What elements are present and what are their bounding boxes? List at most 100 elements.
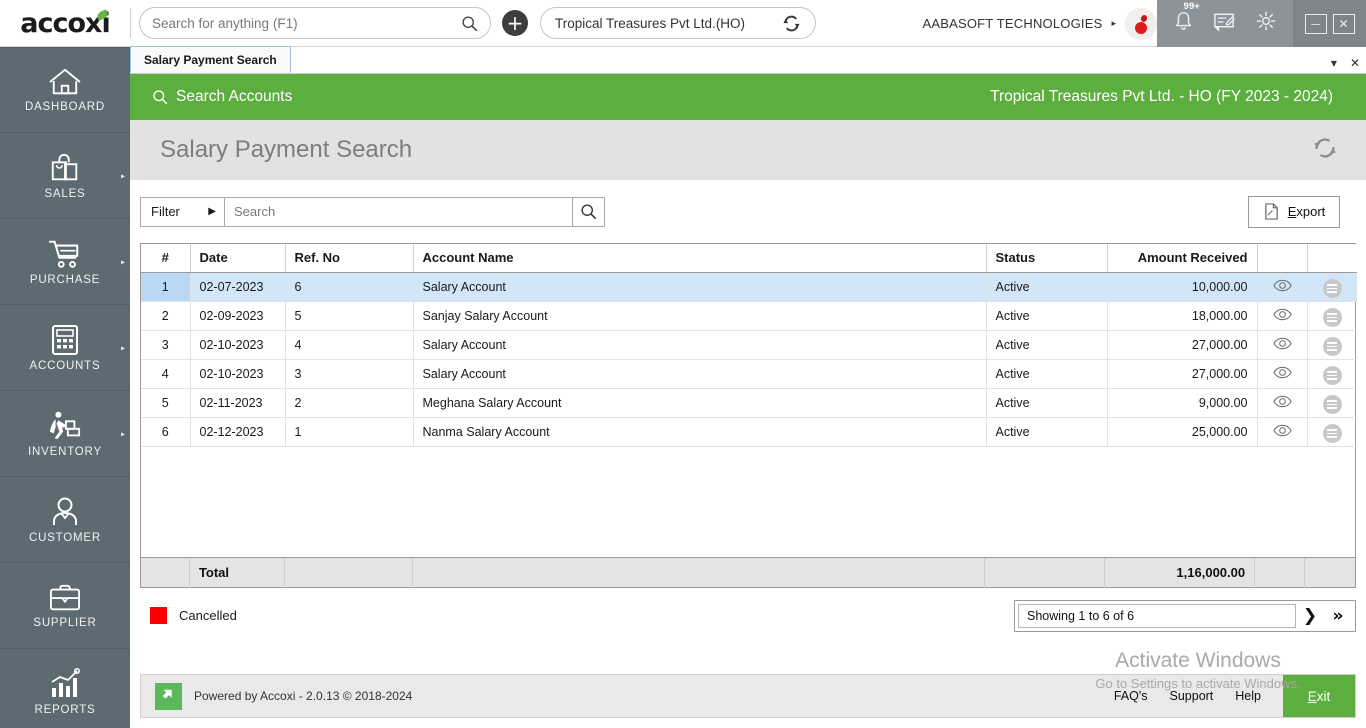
filter-toolbar: Filter ▶ Exp	[130, 180, 1366, 243]
sidebar-item-customer[interactable]: CUSTOMER	[0, 477, 130, 563]
warehouse-worker-icon	[47, 410, 83, 442]
table-row[interactable]: 602-12-20231Nanma Salary AccountActive25…	[141, 417, 1357, 446]
message-edit-icon	[1213, 11, 1236, 31]
filter-dropdown-button[interactable]: Filter ▶	[141, 198, 224, 226]
table-row[interactable]: 202-09-20235Sanjay Salary AccountActive1…	[141, 301, 1357, 330]
global-search-input[interactable]	[152, 16, 461, 31]
cell-account-name: Meghana Salary Account	[413, 388, 986, 417]
eye-icon[interactable]	[1273, 366, 1292, 382]
sidebar-item-sales[interactable]: SALES ▸	[0, 133, 130, 219]
arrow-logo-icon	[160, 687, 178, 705]
sidebar-item-accounts[interactable]: ACCOUNTS ▸	[0, 305, 130, 391]
salary-payment-table-element: # Date Ref. No Account Name Status Amoun…	[141, 244, 1357, 447]
cell-amount-received: 10,000.00	[1107, 272, 1257, 301]
avatar[interactable]	[1125, 8, 1157, 40]
search-accounts-label: Search Accounts	[176, 88, 292, 106]
eye-icon[interactable]	[1273, 337, 1292, 353]
column-header-status[interactable]: Status	[986, 244, 1107, 272]
cell-date: 02-11-2023	[190, 388, 285, 417]
branch-selector[interactable]: Tropical Treasures Pvt Ltd.(HO)	[540, 7, 816, 39]
eye-icon[interactable]	[1273, 395, 1292, 411]
table-search-button[interactable]	[572, 198, 604, 226]
exit-button[interactable]: Exit	[1283, 675, 1355, 717]
accoxi-logo[interactable]: accoxi	[0, 0, 130, 47]
switch-icon[interactable]	[782, 15, 801, 32]
cell-account-name: Sanjay Salary Account	[413, 301, 986, 330]
tab-dropdown-icon[interactable]: ▾	[1331, 57, 1337, 69]
export-rest: xport	[1296, 204, 1325, 219]
tab-close-icon[interactable]: ✕	[1350, 57, 1360, 69]
messages-button[interactable]	[1213, 11, 1236, 36]
settings-button[interactable]	[1255, 10, 1277, 37]
cell-amount-received: 25,000.00	[1107, 417, 1257, 446]
home-icon	[47, 67, 83, 97]
footer-bar: Powered by Accoxi - 2.0.13 © 2018-2024 F…	[140, 674, 1356, 718]
cell-row-menu	[1307, 388, 1357, 417]
eye-icon[interactable]	[1273, 279, 1292, 295]
row-menu-icon[interactable]	[1323, 279, 1342, 298]
cell-index: 1	[141, 272, 190, 301]
column-header-index[interactable]: #	[141, 244, 190, 272]
chevron-right-icon: ▸	[121, 343, 125, 352]
close-window-button[interactable]: ✕	[1333, 14, 1355, 34]
search-icon	[461, 15, 478, 32]
sidebar-item-supplier[interactable]: SUPPLIER	[0, 563, 130, 649]
refresh-button[interactable]	[1310, 133, 1340, 168]
cell-account-name: Nanma Salary Account	[413, 417, 986, 446]
cell-row-menu	[1307, 359, 1357, 388]
footer-link-support[interactable]: Support	[1170, 689, 1214, 703]
page-title-bar: Salary Payment Search	[130, 120, 1366, 180]
export-button[interactable]: Export	[1248, 196, 1340, 228]
footer-link-help[interactable]: Help	[1235, 689, 1261, 703]
column-header-ref-no[interactable]: Ref. No	[285, 244, 413, 272]
cell-index: 4	[141, 359, 190, 388]
chevron-right-icon: ▸	[121, 257, 125, 266]
row-menu-icon[interactable]	[1323, 308, 1342, 327]
row-menu-icon[interactable]	[1323, 395, 1342, 414]
cell-row-menu	[1307, 330, 1357, 359]
footer-link-faqs[interactable]: FAQ's	[1114, 689, 1148, 703]
sidebar-item-inventory[interactable]: INVENTORY ▸	[0, 391, 130, 477]
table-search-box[interactable]	[224, 198, 572, 226]
global-search-box[interactable]	[139, 7, 491, 39]
sidebar-item-reports[interactable]: REPORTS	[0, 649, 130, 728]
legend-and-paging-row: Cancelled Showing 1 to 6 of 6 ❯ »	[130, 588, 1366, 643]
minimize-button[interactable]: ─	[1305, 14, 1327, 34]
cell-ref-no: 4	[285, 330, 413, 359]
cell-account-name: Salary Account	[413, 359, 986, 388]
table-search-input[interactable]	[234, 204, 563, 219]
tab-salary-payment-search[interactable]: Salary Payment Search	[130, 46, 291, 73]
sidebar-item-purchase[interactable]: PURCHASE ▸	[0, 219, 130, 305]
sidebar-item-dashboard[interactable]: DASHBOARD	[0, 47, 130, 133]
table-row[interactable]: 302-10-20234Salary AccountActive27,000.0…	[141, 330, 1357, 359]
exit-accel-letter: E	[1308, 689, 1317, 704]
cell-view	[1257, 330, 1307, 359]
bar-chart-icon	[48, 668, 82, 700]
header-icon-group: 99+	[1157, 0, 1293, 47]
table-row[interactable]: 402-10-20233Salary AccountActive27,000.0…	[141, 359, 1357, 388]
table-row[interactable]: 502-11-20232Meghana Salary AccountActive…	[141, 388, 1357, 417]
search-accounts-title-group[interactable]: Search Accounts	[152, 88, 292, 106]
cell-view	[1257, 359, 1307, 388]
table-row[interactable]: 102-07-20236Salary AccountActive10,000.0…	[141, 272, 1357, 301]
eye-icon[interactable]	[1273, 308, 1292, 324]
sidebar-item-label: REPORTS	[35, 704, 96, 716]
row-menu-icon[interactable]	[1323, 424, 1342, 443]
pagination-control: Showing 1 to 6 of 6 ❯ »	[1014, 600, 1356, 632]
next-page-button[interactable]: ❯	[1296, 604, 1324, 628]
last-page-button[interactable]: »	[1324, 604, 1352, 628]
column-header-account-name[interactable]: Account Name	[413, 244, 986, 272]
row-menu-icon[interactable]	[1323, 366, 1342, 385]
row-menu-icon[interactable]	[1323, 337, 1342, 356]
column-header-amount-received[interactable]: Amount Received	[1107, 244, 1257, 272]
cell-ref-no: 2	[285, 388, 413, 417]
eye-icon[interactable]	[1273, 424, 1292, 440]
export-page-icon	[1263, 202, 1280, 221]
column-header-date[interactable]: Date	[190, 244, 285, 272]
notifications-button[interactable]: 99+	[1173, 10, 1194, 37]
total-amount: 1,16,000.00	[1105, 558, 1255, 588]
organization-zone[interactable]: AABASOFT TECHNOLOGIES ▸	[922, 0, 1157, 47]
add-new-button[interactable]: +	[502, 10, 528, 36]
sidebar-item-label: SALES	[44, 188, 85, 200]
chevron-right-icon: ▸	[121, 429, 125, 438]
